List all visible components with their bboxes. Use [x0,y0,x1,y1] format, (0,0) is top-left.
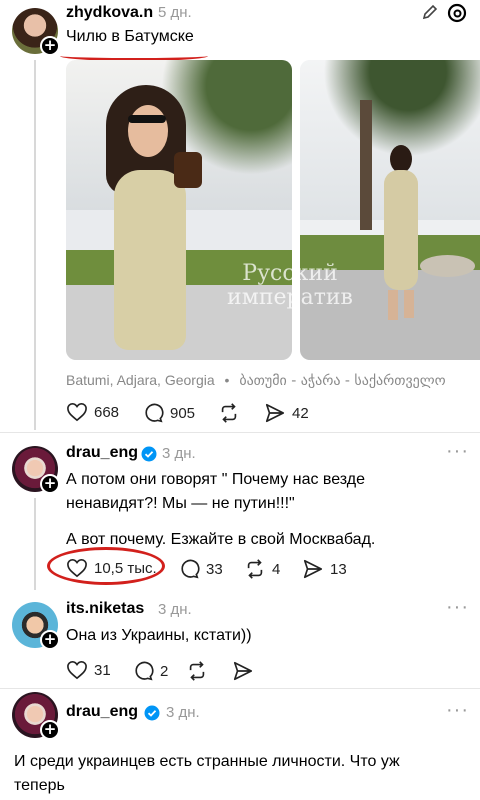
share-button[interactable] [232,660,260,682]
watermark: Русский императив [215,262,365,310]
heart-icon [67,402,87,422]
post-text-line: ненавидят?! Мы — не путин!!!" [66,495,295,512]
post-time: 3 дн. [158,601,192,618]
like-button[interactable]: 31 [66,660,111,680]
location-name: Batumi, Adjara, Georgia [66,372,215,388]
divider [0,432,480,433]
post-text-line: А потом они говорят " Почему нас везде [66,471,365,488]
reply-button[interactable]: 33 [178,558,223,580]
follow-plus-icon[interactable]: + [40,36,60,56]
share-button[interactable]: 13 [302,558,347,580]
reply-button[interactable]: 2 [132,660,168,682]
repost-button[interactable] [218,402,246,424]
repost-count: 4 [272,560,281,578]
more-options-icon[interactable]: ··· [446,699,469,722]
post-text: И среди украинцев есть странные личности… [14,750,474,798]
heart-icon [67,558,87,578]
repost-icon [247,559,263,579]
send-icon [265,403,285,423]
follow-plus-icon[interactable]: + [40,720,60,740]
verified-badge-icon [141,446,157,462]
post-text: А потом они говорят " Почему нас везде н… [66,468,466,552]
comment-icon [145,403,164,423]
follow-plus-icon[interactable]: + [40,630,60,650]
like-button[interactable]: 668 [66,402,119,422]
like-count: 31 [94,661,111,679]
divider [0,688,480,689]
reply-count: 33 [206,560,223,578]
share-count: 42 [292,404,309,422]
watermark-line: Русский [242,261,338,286]
location-tag[interactable]: Batumi, Adjara, Georgia • ბათუმი - აჭარა… [66,372,446,389]
avatar[interactable]: + [12,8,60,56]
comment-icon [181,559,200,579]
avatar[interactable]: + [12,446,60,494]
post-photo[interactable] [300,60,480,360]
share-count: 13 [330,560,347,578]
avatar[interactable]: + [12,692,60,740]
more-options-icon[interactable]: ··· [446,596,469,619]
send-icon [303,559,323,579]
more-options-icon[interactable]: ··· [446,440,469,463]
username[interactable]: zhydkova.n [66,4,153,22]
post-time: 5 дн. [158,4,192,21]
comment-icon [135,661,154,681]
location-local-name: ბათუმი - აჭარა - საქართველო [239,373,446,389]
reply-button[interactable]: 905 [142,402,195,424]
post-text: Она из Украины, кстати)) [66,627,252,644]
like-count: 10,5 тыс. [94,559,157,577]
pencil-icon[interactable] [420,2,440,22]
username[interactable]: drau_eng [66,444,138,462]
like-count: 668 [94,403,120,421]
heart-icon [67,660,87,680]
post-text: Чилю в Батумске [66,28,194,45]
reply-count: 905 [170,404,196,422]
like-button[interactable]: 10,5 тыс. [66,558,157,578]
post-text-line: теперь [14,777,65,794]
repost-icon [221,403,237,423]
post-time: 3 дн. [162,445,196,462]
post-photo[interactable] [66,60,292,360]
repost-icon [189,661,205,681]
thread-line [34,60,36,430]
post-text-line: И среди украинцев есть странные личности… [14,753,400,770]
repost-button[interactable] [186,660,214,682]
username[interactable]: drau_eng [66,703,138,721]
reply-count: 2 [160,662,169,680]
avatar[interactable]: + [12,602,60,650]
follow-plus-icon[interactable]: + [40,474,60,494]
threads-logo-icon [447,3,467,23]
repost-button[interactable]: 4 [244,558,280,580]
share-button[interactable]: 42 [264,402,309,424]
username[interactable]: its.niketas [66,600,144,618]
send-icon [233,661,253,681]
watermark-line: императив [227,285,353,310]
thread-line [34,498,36,590]
verified-badge-icon [144,705,160,721]
post-time: 3 дн. [166,704,200,721]
separator-dot: • [224,372,230,388]
